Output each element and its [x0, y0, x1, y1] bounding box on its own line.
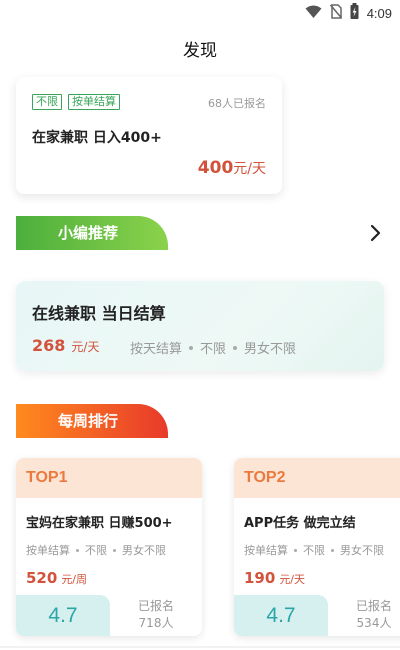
rank-price-value: 190: [244, 569, 276, 587]
signed-label: 已报名: [355, 599, 392, 613]
recommend-title: 在线兼职 当日结算: [32, 304, 166, 323]
separator-dot: [233, 345, 238, 350]
rating-score: 4.7: [16, 595, 110, 636]
no-sim-icon: [329, 3, 342, 23]
separator-dot: [189, 345, 194, 350]
separator-dot: [113, 548, 116, 552]
job-price: 400元/天: [198, 158, 266, 178]
rank-price-unit: 元/天: [279, 573, 306, 586]
rank-meta: 按单结算 不限 男女不限: [244, 542, 384, 558]
signed-label: 已报名: [137, 599, 174, 613]
rank-title: 宝妈在家兼职 日赚500+: [26, 516, 173, 531]
signed-info: 已报名 534人: [346, 598, 400, 632]
meta-gender: 男女不限: [340, 544, 384, 557]
meta-requirement: 不限: [303, 544, 325, 557]
recommend-price: 268 元/天: [32, 336, 99, 355]
rank-title: APP任务 做完立结: [244, 516, 356, 531]
meta-gender: 男女不限: [122, 544, 166, 557]
tag-pay-per-order: 按单结算: [68, 94, 120, 110]
status-bar: 4:09: [0, 0, 400, 24]
chevron-right-icon[interactable]: [368, 224, 382, 242]
job-title: 在家兼职 日入400+: [32, 130, 162, 146]
battery-icon: [350, 3, 359, 23]
job-price-unit: 元/天: [233, 161, 266, 177]
section-recommend-header: 小编推荐: [16, 216, 168, 250]
rank-label: TOP1: [16, 458, 202, 498]
job-card[interactable]: 不限 按单结算 68人已报名 在家兼职 日入400+ 400元/天: [16, 77, 282, 194]
rating-score: 4.7: [234, 595, 328, 636]
status-time: 4:09: [366, 5, 392, 21]
tag-unlimited: 不限: [32, 94, 62, 110]
signed-count: 534人: [356, 616, 392, 630]
meta-settlement: 按单结算: [244, 544, 288, 557]
recommend-price-unit: 元/天: [71, 340, 100, 354]
rank-card[interactable]: TOP1 宝妈在家兼职 日赚500+ 按单结算 不限 男女不限 520 元/周 4…: [16, 458, 202, 636]
meta-requirement: 不限: [200, 342, 227, 357]
meta-requirement: 不限: [85, 544, 107, 557]
rank-card[interactable]: TOP2 APP任务 做完立结 按单结算 不限 男女不限 190 元/天 4.7 …: [234, 458, 400, 636]
meta-settlement: 按单结算: [26, 544, 70, 557]
signed-count: 718人: [138, 616, 174, 630]
recommend-meta: 按天结算 不限 男女不限: [130, 338, 296, 357]
page-title: 发现: [183, 41, 217, 61]
recommend-price-value: 268: [32, 336, 66, 355]
signed-info: 已报名 718人: [128, 598, 184, 632]
separator-dot: [331, 548, 334, 552]
rank-price: 520 元/周: [26, 569, 87, 587]
bottom-divider: [0, 646, 400, 648]
meta-gender: 男女不限: [244, 342, 297, 357]
meta-settlement: 按天结算: [130, 342, 183, 357]
separator-dot: [76, 548, 79, 552]
rank-price: 190 元/天: [244, 569, 305, 587]
status-icons: 4:09: [305, 3, 392, 23]
wifi-icon: [305, 4, 322, 23]
rank-meta: 按单结算 不限 男女不限: [26, 542, 166, 558]
rank-label: TOP2: [234, 458, 400, 498]
job-price-value: 400: [197, 158, 234, 178]
section-weekly-header: 每周排行: [16, 404, 168, 438]
signup-count: 68人已报名: [208, 97, 266, 110]
rank-price-value: 520: [26, 569, 58, 587]
separator-dot: [294, 548, 297, 552]
recommend-card[interactable]: 在线兼职 当日结算 268 元/天 按天结算 不限 男女不限: [16, 281, 384, 371]
rank-price-unit: 元/周: [61, 573, 88, 586]
job-tags: 不限 按单结算: [32, 94, 120, 110]
